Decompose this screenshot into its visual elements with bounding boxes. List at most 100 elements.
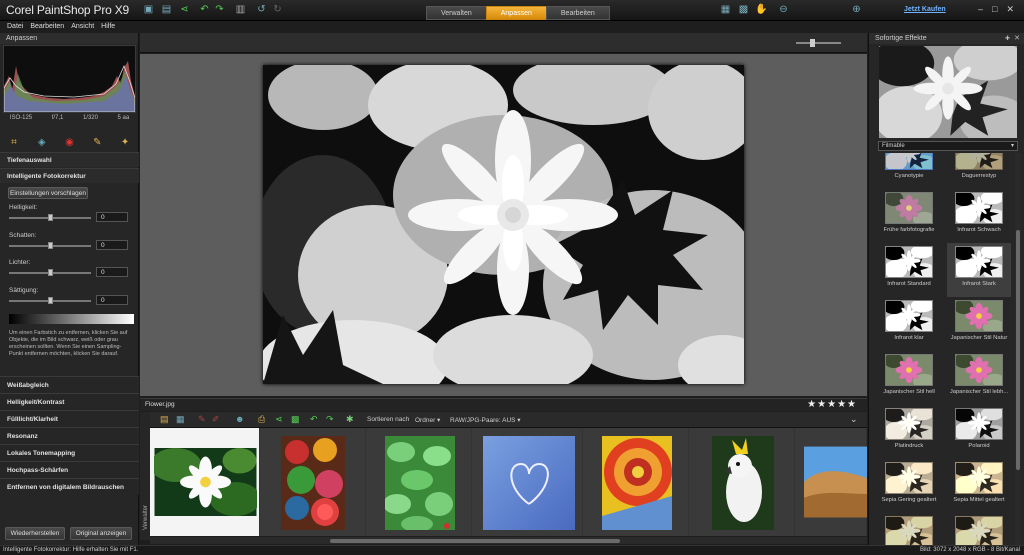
shadows-knob[interactable] — [48, 242, 53, 249]
thumbnail-3[interactable] — [367, 428, 472, 536]
black-white-gradient[interactable] — [9, 314, 134, 324]
share-icon[interactable]: ⋖ — [179, 4, 190, 15]
tab-anpassen[interactable]: Anpassen — [485, 6, 547, 20]
effect-tile[interactable]: Sepia Mittel gealtert — [947, 459, 1011, 513]
organizer-side-tab[interactable]: Verwalter — [140, 412, 150, 540]
section-local-tone-mapping[interactable]: Lokales Tonemapping — [0, 444, 139, 461]
effect-tile[interactable]: Infrarot Schwach — [947, 189, 1011, 243]
actual-size-icon[interactable]: ▩ — [738, 4, 749, 15]
undo-icon[interactable]: ↶ — [199, 4, 210, 15]
tab-verwalten[interactable]: Verwalten — [426, 6, 487, 20]
save-as-icon[interactable]: ▤ — [161, 4, 172, 15]
effect-category-select[interactable]: Filmable ▾ — [878, 141, 1018, 151]
show-original-button[interactable]: Original anzeigen — [70, 527, 132, 540]
zoom-knob[interactable] — [810, 39, 815, 47]
reset-button[interactable]: Wiederherstellen — [5, 527, 65, 540]
thumbnail-5[interactable] — [584, 428, 689, 536]
collapse-icon[interactable]: ⌄ — [850, 414, 858, 425]
menu-datei[interactable]: Datei — [7, 23, 23, 30]
effect-tile[interactable]: Platindruck — [877, 405, 941, 459]
close-panel-icon[interactable]: ✕ — [1014, 34, 1020, 42]
effect-tile[interactable]: Polaroid — [947, 405, 1011, 459]
rating-stars[interactable]: ★★★★★ — [807, 399, 857, 410]
effect-tile[interactable]: Daguerrestyp — [947, 153, 1011, 189]
raw-jpg-pairs-dropdown[interactable]: RAW/JPG-Paare: AUS ▾ — [450, 416, 521, 424]
section-digital-noise-removal[interactable]: Entfernen von digitalem Bildrauschen — [0, 478, 139, 495]
crop-icon[interactable]: ⌗ — [8, 137, 19, 148]
redo-icon[interactable]: ↷ — [214, 4, 225, 15]
makeover-icon[interactable]: ✦ — [120, 137, 131, 148]
org-redo-icon[interactable]: ↷ — [326, 414, 334, 425]
sort-by-dropdown[interactable]: Sortieren nach — [367, 416, 409, 423]
section-brightness-contrast[interactable]: Helligkeit/Kontrast — [0, 393, 139, 410]
magic-icon[interactable]: ✱ — [346, 414, 354, 425]
rotate-right-icon[interactable]: ↻ — [272, 4, 283, 15]
highlights-slider[interactable] — [9, 269, 91, 276]
rotate-left-icon[interactable]: ↺ — [256, 4, 267, 15]
close-button[interactable]: ✕ — [1006, 4, 1014, 15]
shadows-slider[interactable] — [9, 242, 91, 249]
infrared-flower-photo[interactable] — [263, 65, 744, 384]
pan-icon[interactable]: ✋ — [755, 4, 767, 15]
buy-now-link[interactable]: Jetzt Kaufen — [904, 6, 946, 13]
effect-tile[interactable]: Frühe farbfotografie — [877, 189, 941, 243]
effect-tile[interactable]: Japanischer Stil Natur — [947, 297, 1011, 351]
person-icon[interactable]: ☻ — [235, 414, 244, 424]
org-undo-icon[interactable]: ↶ — [310, 414, 318, 425]
section-vibrancy[interactable]: Resonanz — [0, 427, 139, 444]
highlights-knob[interactable] — [48, 269, 53, 276]
section-high-pass-sharpen[interactable]: Hochpass-Schärfen — [0, 461, 139, 478]
menu-hilfe[interactable]: Hilfe — [101, 23, 115, 30]
brightness-slider[interactable] — [9, 214, 91, 221]
thumbnail-1[interactable] — [150, 428, 260, 536]
org-share-icon[interactable]: ⋖ — [275, 414, 283, 425]
effect-tile[interactable]: Infrarot klar — [877, 297, 941, 351]
effect-tile[interactable]: Infrarot Standard — [877, 243, 941, 297]
section-depth-selection[interactable]: Tiefenauswahl — [0, 152, 139, 167]
brightness-value[interactable]: 0 — [96, 212, 128, 222]
section-white-balance[interactable]: Weißabgleich — [0, 376, 139, 393]
menu-ansicht[interactable]: Ansicht — [71, 23, 94, 30]
printer-icon[interactable]: ⎙ — [258, 414, 265, 425]
brush-icon[interactable]: ✐ — [212, 414, 220, 425]
saturation-slider[interactable] — [9, 297, 91, 304]
edit-tag-icon[interactable]: ✎ — [198, 414, 206, 425]
effect-tile[interactable]: Sepia Sehr stark geal... — [877, 513, 941, 545]
suggest-settings-button[interactable]: Einstellungen vorschlagen — [8, 187, 88, 199]
thumbnail-6[interactable] — [690, 428, 795, 536]
effect-tile[interactable]: Infrarot Stark — [947, 243, 1011, 297]
delete-icon[interactable]: ▥ — [235, 4, 246, 15]
effect-tile[interactable]: Sepia Gering gealtert — [877, 459, 941, 513]
effect-tile[interactable]: Japanischer Stil lebh... — [947, 351, 1011, 405]
section-fill-light-clarity[interactable]: Fülllicht/Klarheit — [0, 410, 139, 427]
section-smart-photo-fix[interactable]: Intelligente Fotokorrektur — [0, 168, 139, 183]
menu-bearbeiten[interactable]: Bearbeiten — [30, 23, 64, 30]
org-select-icon[interactable]: ▩ — [291, 414, 300, 425]
shadows-value[interactable]: 0 — [96, 240, 128, 250]
saturation-knob[interactable] — [48, 297, 53, 304]
maximize-button[interactable]: □ — [992, 4, 997, 15]
effect-tile[interactable]: Sepia Stark gealtert — [947, 513, 1011, 545]
thumbnail-view-icon[interactable]: ▦ — [176, 414, 185, 425]
zoom-slider[interactable] — [796, 39, 841, 47]
save-icon[interactable]: ▣ — [143, 4, 154, 15]
zoom-out-icon[interactable]: ⊖ — [778, 4, 789, 15]
straighten-icon[interactable]: ◈ — [36, 137, 47, 148]
saturation-value[interactable]: 0 — [96, 295, 128, 305]
zoom-in-icon[interactable]: ⊕ — [851, 4, 862, 15]
navigate-icon[interactable]: ▤ — [160, 414, 169, 425]
effect-tile[interactable]: Japanischer Stil hell — [877, 351, 941, 405]
tab-bearbeiten[interactable]: Bearbeiten — [545, 6, 610, 20]
thumbnail-4[interactable] — [473, 428, 583, 536]
folder-dropdown[interactable]: Ordner ▾ — [415, 416, 440, 424]
effects-scroll-thumb[interactable] — [1016, 230, 1020, 470]
effect-tile[interactable]: Cyanotypie — [877, 153, 941, 189]
thumbnail-2[interactable] — [261, 428, 366, 536]
highlights-value[interactable]: 0 — [96, 267, 128, 277]
thumbnail-7[interactable] — [796, 428, 867, 536]
fit-window-icon[interactable]: ▦ — [720, 4, 731, 15]
brightness-knob[interactable] — [48, 214, 53, 221]
red-eye-icon[interactable]: ◉ — [64, 137, 75, 148]
minimize-button[interactable]: – — [978, 4, 983, 15]
pin-icon[interactable]: ✚ — [1005, 35, 1010, 42]
